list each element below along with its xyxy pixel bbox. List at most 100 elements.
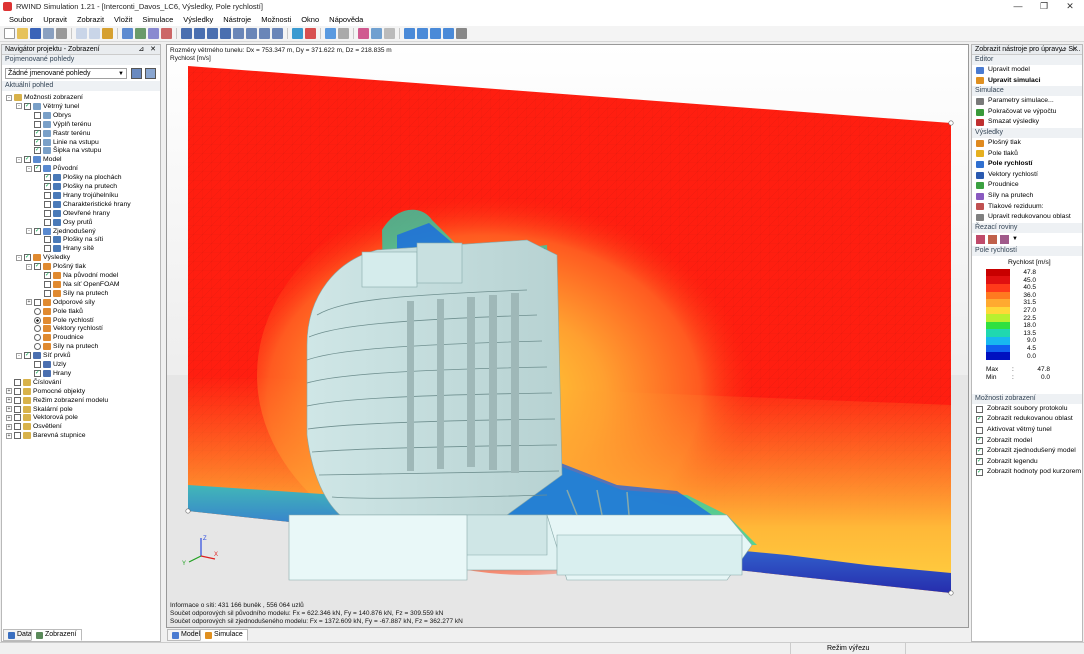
tool-upravit-redukovanou-oblast[interactable]: Upravit redukovanou oblast bbox=[972, 212, 1082, 223]
checkbox-icon[interactable] bbox=[34, 120, 41, 128]
open-folder-icon[interactable] bbox=[17, 28, 28, 39]
new-file-icon[interactable] bbox=[4, 28, 15, 39]
checkbox-icon[interactable]: ✓ bbox=[34, 138, 41, 146]
checkbox-icon[interactable]: ✓ bbox=[44, 183, 51, 190]
collapse-icon[interactable]: - bbox=[26, 263, 32, 270]
plane-corner-handle[interactable] bbox=[948, 590, 954, 596]
panel-pin-close-icon[interactable]: ⊿ ✕ bbox=[1060, 45, 1080, 55]
checkbox-icon[interactable]: ✓ bbox=[976, 447, 983, 455]
tree-item-barevna-stupnice[interactable]: + Barevná stupnice bbox=[6, 431, 86, 440]
tree-item-sily-na-prutech[interactable]: Síly na prutech bbox=[26, 342, 98, 351]
tree-item-zjednoduseny[interactable]: - ✓ Zjednodušený bbox=[26, 227, 96, 236]
checkbox-icon[interactable]: ✓ bbox=[34, 147, 41, 155]
iso-view-icon[interactable] bbox=[404, 28, 415, 39]
plane-corner-handle[interactable] bbox=[185, 508, 191, 514]
menu-vlozit[interactable]: Vložit bbox=[109, 13, 137, 26]
tree-item-vektorova-pole[interactable]: + Vektorová pole bbox=[6, 413, 78, 422]
checkbox-icon[interactable]: ✓ bbox=[976, 416, 983, 424]
tool-parametry-simulace[interactable]: Parametry simulace... bbox=[972, 96, 1082, 107]
checkbox-icon[interactable]: ✓ bbox=[24, 254, 31, 262]
menu-simulace[interactable]: Simulace bbox=[137, 13, 178, 26]
checkbox-icon[interactable]: ✓ bbox=[976, 458, 983, 466]
perspective-icon[interactable] bbox=[456, 28, 467, 39]
radio-icon[interactable] bbox=[34, 316, 41, 324]
view-y-icon[interactable] bbox=[207, 28, 218, 39]
collapse-icon[interactable]: - bbox=[26, 165, 32, 172]
tree-item-sipka-na-vstupu[interactable]: ✓ Šipka na vstupu bbox=[26, 146, 101, 155]
section-plane-icon[interactable] bbox=[976, 234, 985, 244]
tree-item-sit-prvku[interactable]: - ✓ Síť prvků bbox=[16, 351, 70, 360]
checkbox-icon[interactable]: ✓ bbox=[34, 165, 41, 173]
collapse-icon[interactable]: - bbox=[26, 228, 32, 234]
tool-pokracovat-ve-vypoctu[interactable]: Pokračovat ve výpočtu bbox=[972, 107, 1082, 118]
tree-item-hrany[interactable]: ✓ Hrany bbox=[26, 369, 71, 378]
option-zobrazit-legendu[interactable]: ✓ Zobrazit legendu bbox=[972, 457, 1082, 468]
tree-item-pomocne-objekty[interactable]: + Pomocné objekty bbox=[6, 387, 85, 396]
zoom-all-icon[interactable] bbox=[233, 28, 244, 39]
tool-tlakove-reziduum[interactable]: Tlakové reziduum: bbox=[972, 202, 1082, 213]
option-zobrazit-zjednoduseny-model[interactable]: ✓ Zobrazit zjednodušený model bbox=[972, 446, 1082, 457]
checkbox-icon[interactable] bbox=[976, 426, 983, 434]
radio-icon[interactable] bbox=[34, 307, 41, 315]
option-zobrazit-redukovanou-oblast[interactable]: ✓ Zobrazit redukovanou oblast bbox=[972, 414, 1082, 425]
tree-item-plosky-na-siti[interactable]: Plošky na síti bbox=[36, 235, 103, 244]
render-icon[interactable] bbox=[292, 28, 303, 39]
menu-nastroje[interactable]: Nástroje bbox=[218, 13, 256, 26]
tree-item-plosky-na-prutech[interactable]: ✓ Plošky na prutech bbox=[36, 182, 117, 191]
tree-item-vetrny-tunel[interactable]: - ✓ Větrný tunel bbox=[16, 102, 79, 111]
checkbox-icon[interactable] bbox=[44, 280, 51, 288]
radio-icon[interactable] bbox=[34, 325, 41, 333]
checkbox-icon[interactable] bbox=[14, 387, 21, 395]
menu-soubor[interactable]: Soubor bbox=[4, 13, 38, 26]
undo-icon[interactable] bbox=[76, 28, 87, 39]
tree-item-uzly[interactable]: Uzly bbox=[26, 360, 66, 369]
expand-icon[interactable]: + bbox=[6, 432, 12, 439]
checkbox-icon[interactable] bbox=[44, 245, 51, 253]
tool-proudnice[interactable]: Proudnice bbox=[972, 180, 1082, 191]
tree-item-obrys[interactable]: Obrys bbox=[26, 111, 71, 120]
rotate-icon[interactable] bbox=[259, 28, 270, 39]
collapse-icon[interactable]: - bbox=[16, 156, 22, 163]
section-icon[interactable] bbox=[358, 28, 369, 39]
view-3d-icon[interactable] bbox=[181, 28, 192, 39]
checkbox-icon[interactable] bbox=[44, 218, 51, 226]
tree-item-linie-na-vstupu[interactable]: ✓ Linie na vstupu bbox=[26, 138, 99, 147]
checkbox-icon[interactable]: ✓ bbox=[24, 156, 31, 164]
tool-pole-rychlosti[interactable]: Pole rychlostí bbox=[972, 159, 1082, 170]
select-icon[interactable] bbox=[122, 28, 133, 39]
option-zobrazit-model[interactable]: ✓ Zobrazit model bbox=[972, 436, 1082, 447]
wireframe-icon[interactable] bbox=[338, 28, 349, 39]
front-view-icon[interactable] bbox=[417, 28, 428, 39]
option-zobrazit-hodnoty-pod-kurzorem[interactable]: ✓ Zobrazit hodnoty pod kurzorem bbox=[972, 467, 1082, 478]
checkbox-icon[interactable]: ✓ bbox=[44, 174, 51, 182]
checkbox-icon[interactable] bbox=[14, 414, 21, 422]
menu-napoveda[interactable]: Nápověda bbox=[324, 13, 368, 26]
print-icon[interactable] bbox=[56, 28, 67, 39]
side-view-icon[interactable] bbox=[430, 28, 441, 39]
zoom-window-icon[interactable] bbox=[246, 28, 257, 39]
display-mode-icon[interactable] bbox=[325, 28, 336, 39]
save-as-icon[interactable] bbox=[43, 28, 54, 39]
expand-icon[interactable]: + bbox=[6, 423, 12, 430]
collapse-icon[interactable]: - bbox=[16, 352, 22, 359]
collapse-icon[interactable]: - bbox=[16, 103, 22, 110]
save-icon[interactable] bbox=[30, 28, 41, 39]
tree-item-hrany-site[interactable]: Hrany sítě bbox=[36, 244, 94, 253]
tree-item-plosny-tlak[interactable]: - ✓ Plošný tlak bbox=[26, 262, 86, 271]
tree-item-pole-tlaku[interactable]: Pole tlaků bbox=[26, 307, 83, 316]
checkbox-icon[interactable]: ✓ bbox=[976, 469, 983, 477]
tree-item-na-puvodni-model[interactable]: ✓ Na původní model bbox=[36, 271, 118, 280]
expand-icon[interactable]: + bbox=[6, 397, 12, 404]
tree-item-na-sit-openfoam[interactable]: Na síť OpenFOAM bbox=[36, 280, 120, 289]
tree-item-vektory-rychlosti[interactable]: Vektory rychlostí bbox=[26, 324, 103, 333]
menu-vysledky[interactable]: Výsledky bbox=[178, 13, 218, 26]
tree-item-odporove-sily[interactable]: + Odporové síly bbox=[26, 298, 95, 307]
checkbox-icon[interactable] bbox=[44, 289, 51, 297]
checkbox-icon[interactable] bbox=[44, 209, 51, 217]
top-view-icon[interactable] bbox=[443, 28, 454, 39]
menu-moznosti[interactable]: Možnosti bbox=[256, 13, 296, 26]
color-scale-icon[interactable] bbox=[305, 28, 316, 39]
checkbox-icon[interactable]: ✓ bbox=[44, 272, 51, 279]
results-icon[interactable] bbox=[161, 28, 172, 39]
checkbox-icon[interactable] bbox=[34, 361, 41, 368]
